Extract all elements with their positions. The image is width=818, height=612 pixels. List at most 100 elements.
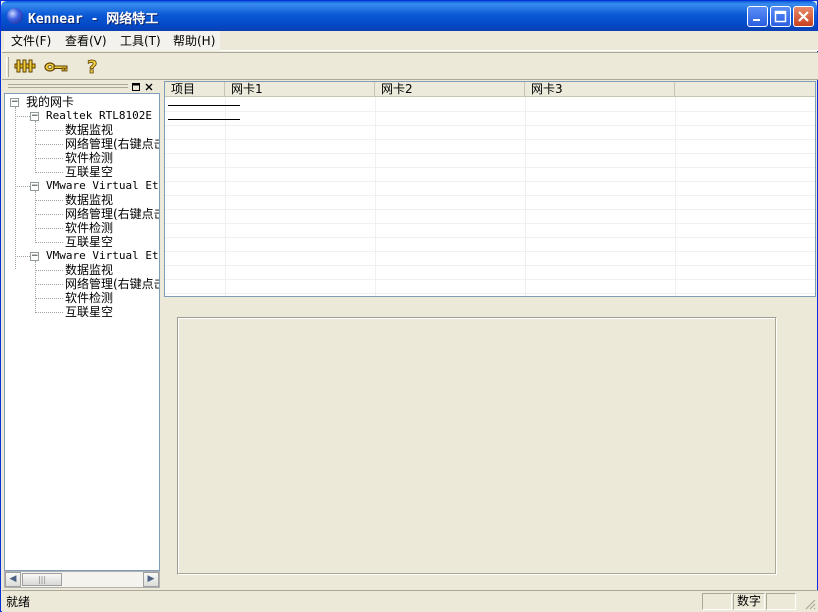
window-title: Kennear - 网络特工 bbox=[28, 12, 159, 27]
tree-item-monitor[interactable]: 数据监视 bbox=[65, 263, 113, 277]
title-bar[interactable]: Kennear - 网络特工 bbox=[1, 1, 817, 31]
tree-item-software-check[interactable]: 软件检测 bbox=[65, 151, 113, 165]
toolbar-grip[interactable] bbox=[6, 57, 9, 77]
grid-line bbox=[165, 167, 815, 168]
tree-connector bbox=[35, 172, 63, 173]
status-panel-empty bbox=[766, 593, 796, 610]
menu-group: 文件(F) 查看(V) 工具(T) 帮助(H) bbox=[4, 31, 220, 51]
grid-line bbox=[165, 293, 815, 294]
maximize-button[interactable] bbox=[770, 6, 791, 27]
help-button[interactable]: ? bbox=[81, 55, 105, 79]
app-globe-icon[interactable] bbox=[7, 8, 23, 24]
column-header-filler bbox=[675, 82, 815, 97]
tree-connector bbox=[15, 116, 30, 117]
grid-line bbox=[165, 209, 815, 210]
toolbar: ? bbox=[2, 52, 818, 80]
pane-close-button[interactable] bbox=[144, 82, 154, 92]
tree-connector bbox=[35, 144, 63, 145]
tree-item-network-mgmt[interactable]: 网络管理(右键点击 bbox=[65, 137, 159, 151]
close-icon bbox=[798, 11, 809, 22]
column-header-item[interactable]: 项目 bbox=[165, 82, 225, 97]
adapter-tree[interactable]: − 我的网卡 − Realtek RTL8102E Fe 数据监视 网络管理(右… bbox=[4, 93, 160, 571]
close-button[interactable] bbox=[793, 6, 814, 27]
menu-file[interactable]: 文件(F) bbox=[11, 33, 51, 49]
tree-connector bbox=[35, 270, 63, 271]
tree-connector bbox=[35, 242, 63, 243]
menu-tools[interactable]: 工具(T) bbox=[120, 33, 161, 49]
grid-line bbox=[165, 153, 815, 154]
grid-line bbox=[165, 125, 815, 126]
tree-connector bbox=[35, 214, 63, 215]
pane-header-grip bbox=[8, 87, 128, 88]
tree-connector bbox=[15, 186, 30, 187]
grid-line bbox=[675, 97, 676, 296]
menu-bar: 文件(F) 查看(V) 工具(T) 帮助(H) bbox=[2, 31, 818, 51]
collapse-icon[interactable]: − bbox=[30, 112, 39, 121]
maximize-icon bbox=[774, 10, 787, 23]
menu-view[interactable]: 查看(V) bbox=[65, 33, 107, 49]
network-icon bbox=[14, 59, 36, 73]
tree-item-interconnect[interactable]: 互联星空 bbox=[65, 165, 113, 179]
pane-header-grip bbox=[8, 84, 128, 85]
column-header-nic3[interactable]: 网卡3 bbox=[525, 82, 675, 97]
status-panel-empty bbox=[702, 593, 732, 610]
grid-line bbox=[165, 195, 815, 196]
tree-connector bbox=[15, 256, 30, 257]
tree-connector bbox=[35, 261, 36, 311]
tree-horizontal-scrollbar[interactable]: ◀ ||| ▶ bbox=[4, 571, 160, 588]
grid-line bbox=[165, 111, 815, 112]
tree-item-network-mgmt[interactable]: 网络管理(右键点击 bbox=[65, 207, 159, 221]
tree-item-interconnect[interactable]: 互联星空 bbox=[65, 305, 113, 319]
collapse-icon[interactable]: − bbox=[30, 252, 39, 261]
close-icon bbox=[145, 83, 153, 91]
detail-frame bbox=[177, 317, 777, 575]
tree-adapter-3[interactable]: VMware Virtual Ethe bbox=[46, 249, 159, 263]
tree-connector bbox=[35, 200, 63, 201]
scroll-right-arrow-icon[interactable]: ▶ bbox=[143, 572, 159, 587]
grid-line bbox=[225, 97, 226, 296]
tree-root[interactable]: 我的网卡 bbox=[26, 95, 74, 109]
tree-item-monitor[interactable]: 数据监视 bbox=[65, 193, 113, 207]
grid-line bbox=[165, 265, 815, 266]
tree-connector bbox=[35, 228, 63, 229]
cell-underline bbox=[168, 119, 240, 120]
scroll-left-arrow-icon[interactable]: ◀ bbox=[5, 572, 21, 587]
grid-line bbox=[165, 139, 815, 140]
tree-adapter-1[interactable]: Realtek RTL8102E Fe bbox=[46, 109, 159, 123]
grid-line bbox=[375, 97, 376, 296]
status-bar: 就绪 数字 bbox=[2, 590, 818, 612]
tree-item-software-check[interactable]: 软件检测 bbox=[65, 221, 113, 235]
tree-item-software-check[interactable]: 软件检测 bbox=[65, 291, 113, 305]
grid-line bbox=[165, 223, 815, 224]
tree-connector bbox=[35, 130, 63, 131]
network-button[interactable] bbox=[13, 55, 37, 79]
dock-icon bbox=[132, 83, 140, 91]
scroll-thumb[interactable]: ||| bbox=[22, 573, 62, 586]
column-header-nic2[interactable]: 网卡2 bbox=[375, 82, 525, 97]
tree-connector bbox=[35, 284, 63, 285]
collapse-icon[interactable]: − bbox=[30, 182, 39, 191]
tree-item-interconnect[interactable]: 互联星空 bbox=[65, 235, 113, 249]
pane-header[interactable] bbox=[4, 81, 160, 93]
column-header-nic1[interactable]: 网卡1 bbox=[225, 82, 375, 97]
grid-line bbox=[165, 251, 815, 252]
grid-line bbox=[165, 237, 815, 238]
tree-item-network-mgmt[interactable]: 网络管理(右键点击 bbox=[65, 277, 159, 291]
cell-underline bbox=[168, 105, 240, 106]
menu-help[interactable]: 帮助(H) bbox=[173, 33, 215, 49]
tree-adapter-2[interactable]: VMware Virtual Ethe bbox=[46, 179, 159, 193]
minimize-icon bbox=[753, 19, 760, 21]
adapter-tree-pane: − 我的网卡 − Realtek RTL8102E Fe 数据监视 网络管理(右… bbox=[4, 81, 160, 589]
resize-grip-icon[interactable] bbox=[804, 598, 816, 610]
pane-dock-button[interactable] bbox=[131, 82, 141, 92]
tree-connector bbox=[35, 298, 63, 299]
grid-line bbox=[165, 279, 815, 280]
minimize-button[interactable] bbox=[747, 6, 768, 27]
tree-connector bbox=[35, 191, 36, 241]
key-button[interactable] bbox=[43, 55, 68, 79]
num-lock-indicator: 数字 bbox=[733, 593, 765, 610]
collapse-icon[interactable]: − bbox=[10, 98, 19, 107]
status-text: 就绪 bbox=[6, 595, 31, 609]
adapter-list-view[interactable]: 项目 网卡1 网卡2 网卡3 bbox=[164, 81, 816, 297]
tree-item-monitor[interactable]: 数据监视 bbox=[65, 123, 113, 137]
